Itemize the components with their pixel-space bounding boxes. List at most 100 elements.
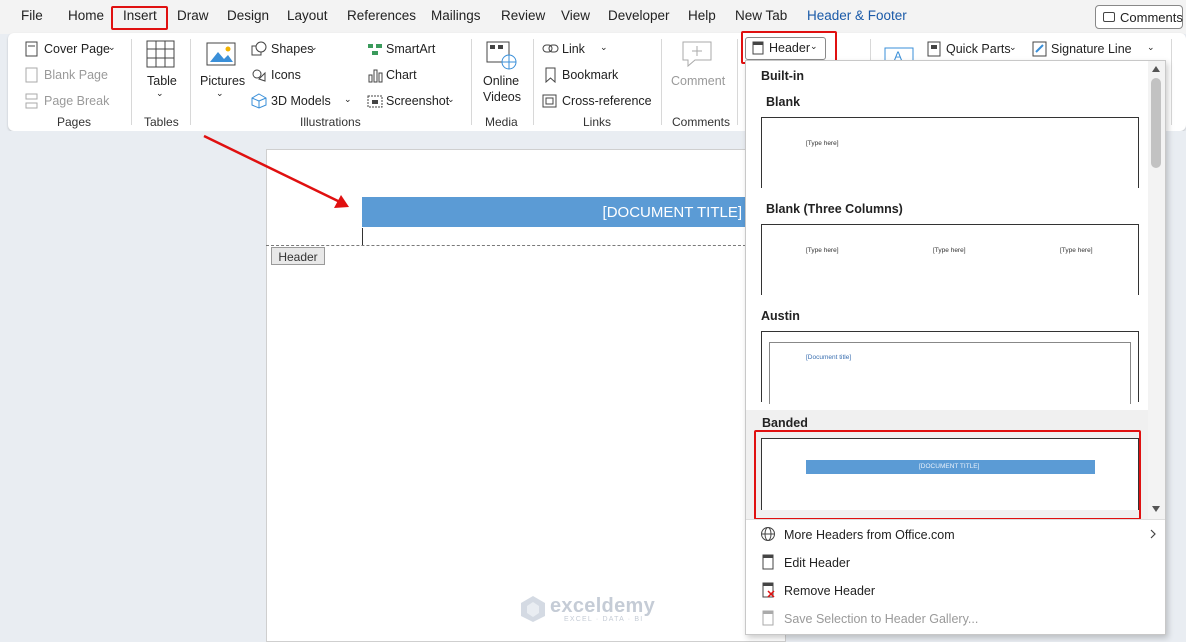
edit-header-menu-item[interactable]: Edit Header xyxy=(784,556,850,570)
tab-mailings[interactable]: Mailings xyxy=(431,8,481,23)
tab-help[interactable]: Help xyxy=(688,8,716,23)
gallery-thumbnail-blank[interactable]: [Type here] xyxy=(761,117,1139,188)
banded-highlight xyxy=(754,430,1141,520)
tab-header-footer[interactable]: Header & Footer xyxy=(807,8,907,23)
chevron-down-icon: ⌄ xyxy=(156,88,164,98)
online-videos-icon xyxy=(486,41,517,70)
group-divider xyxy=(190,39,191,125)
group-divider xyxy=(471,39,472,125)
screenshot-icon xyxy=(367,95,383,108)
bookmark-button[interactable]: Bookmark xyxy=(562,68,618,82)
chevron-down-icon: ⌄ xyxy=(600,42,608,52)
gallery-scrollbar-thumb[interactable] xyxy=(1151,78,1161,168)
new-comment-button[interactable]: Comment xyxy=(671,74,725,88)
chevron-down-icon: ⌄ xyxy=(216,88,224,98)
pictures-button[interactable]: Pictures xyxy=(200,74,245,88)
chevron-down-icon: ⌄ xyxy=(344,94,352,104)
gallery-thumbnail-austin[interactable]: [Document title] xyxy=(761,331,1139,404)
shapes-icon xyxy=(251,41,267,56)
cross-reference-button[interactable]: Cross-reference xyxy=(562,94,652,108)
3d-models-icon xyxy=(251,93,267,109)
more-headers-menu-item[interactable]: More Headers from Office.com xyxy=(784,528,955,542)
bookmark-icon xyxy=(545,67,556,83)
link-button[interactable]: Link xyxy=(562,42,585,56)
chevron-down-icon: ⌄ xyxy=(447,94,455,104)
gallery-item-label: Austin xyxy=(761,309,800,323)
tab-review[interactable]: Review xyxy=(501,8,545,23)
tab-home[interactable]: Home xyxy=(68,8,104,23)
group-divider xyxy=(661,39,662,125)
placeholder-text: [Document title] xyxy=(806,354,852,361)
chart-button[interactable]: Chart xyxy=(386,68,417,82)
tab-layout[interactable]: Layout xyxy=(287,8,328,23)
chevron-down-icon: ⌄ xyxy=(1147,42,1155,52)
chevron-down-icon: ⌄ xyxy=(1009,42,1017,52)
group-label-links: Links xyxy=(583,115,612,129)
icons-button[interactable]: Icons xyxy=(271,68,301,82)
chart-icon xyxy=(368,69,383,83)
pictures-icon xyxy=(206,42,236,66)
page-break-button[interactable]: Page Break xyxy=(44,94,109,108)
placeholder-text: [Type here] xyxy=(1060,247,1093,254)
document-title-placeholder[interactable]: [DOCUMENT TITLE] xyxy=(362,197,762,227)
comments-button[interactable]: Comments xyxy=(1095,5,1183,29)
tab-new-tab[interactable]: New Tab xyxy=(735,8,787,23)
group-divider xyxy=(533,39,534,125)
cover-page-icon xyxy=(25,41,38,57)
group-label-pages: Pages xyxy=(57,115,92,129)
save-to-gallery-icon xyxy=(762,610,774,626)
group-label-media: Media xyxy=(485,115,518,129)
blank-page-icon xyxy=(25,67,38,83)
chevron-right-icon xyxy=(1150,529,1156,539)
tab-file[interactable]: File xyxy=(21,8,43,23)
cover-page-button[interactable]: Cover Page xyxy=(44,42,110,56)
header-boundary-line xyxy=(266,245,746,246)
comment-icon xyxy=(1103,12,1115,22)
placeholder-text: [Type here] xyxy=(806,247,839,254)
group-divider xyxy=(737,39,738,125)
quick-parts-button[interactable]: Quick Parts xyxy=(946,42,1011,56)
save-selection-menu-item[interactable]: Save Selection to Header Gallery... xyxy=(784,612,978,626)
comments-button-label: Comments xyxy=(1120,10,1183,25)
tab-developer[interactable]: Developer xyxy=(608,8,670,23)
tab-view[interactable]: View xyxy=(561,8,590,23)
remove-header-menu-item[interactable]: Remove Header xyxy=(784,584,875,598)
header-gallery-dropdown: Built-in Blank [Type here] Blank (Three … xyxy=(745,60,1166,635)
gallery-section-built-in: Built-in xyxy=(761,69,805,83)
gallery-item-label: Blank xyxy=(766,95,801,109)
online-videos-button-line1[interactable]: Online xyxy=(483,74,519,88)
insert-tab-highlight xyxy=(111,6,168,30)
table-button[interactable]: Table xyxy=(147,74,177,88)
remove-header-icon xyxy=(762,582,775,598)
quick-parts-icon xyxy=(927,41,941,57)
group-divider xyxy=(131,39,132,125)
smartart-button[interactable]: SmartArt xyxy=(386,42,435,56)
watermark-brand: exceldemy xyxy=(550,595,655,617)
austin-frame xyxy=(769,342,1131,404)
signature-line-icon xyxy=(1032,41,1047,57)
link-icon xyxy=(542,44,559,53)
gallery-item-label: Banded xyxy=(762,416,808,430)
edit-header-icon xyxy=(762,554,774,570)
group-divider xyxy=(1171,39,1172,125)
blank-page-button[interactable]: Blank Page xyxy=(44,68,108,82)
gallery-separator xyxy=(746,519,1165,520)
3d-models-button[interactable]: 3D Models xyxy=(271,94,331,108)
online-videos-button-line2[interactable]: Videos xyxy=(483,90,521,104)
tab-references[interactable]: References xyxy=(347,8,416,23)
table-icon xyxy=(146,40,175,68)
tab-design[interactable]: Design xyxy=(227,8,269,23)
shapes-button[interactable]: Shapes xyxy=(271,42,313,56)
header-tag: Header xyxy=(271,247,325,265)
signature-line-button[interactable]: Signature Line xyxy=(1051,42,1132,56)
cross-reference-icon xyxy=(542,94,557,108)
group-label-tables: Tables xyxy=(144,115,179,129)
gallery-thumbnail-blank-three-columns[interactable]: [Type here] [Type here] [Type here] xyxy=(761,224,1139,295)
tab-draw[interactable]: Draw xyxy=(177,8,209,23)
scroll-up-icon[interactable] xyxy=(1151,65,1161,73)
chevron-down-icon: ⌄ xyxy=(108,42,116,52)
scroll-down-icon[interactable] xyxy=(1151,505,1161,513)
gallery-item-label: Blank (Three Columns) xyxy=(766,202,903,216)
screenshot-button[interactable]: Screenshot xyxy=(386,94,449,108)
smartart-icon xyxy=(368,44,382,55)
